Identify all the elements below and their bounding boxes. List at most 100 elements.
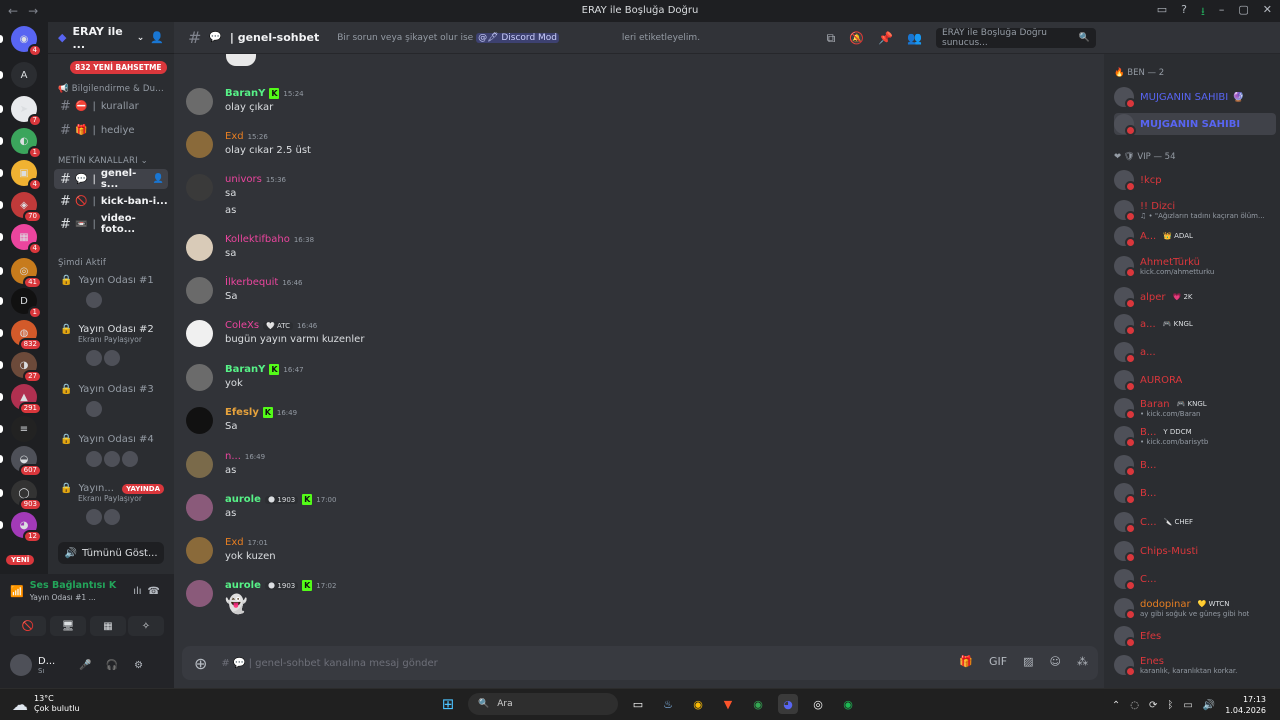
message-author[interactable]: Exd — [225, 131, 244, 142]
avatar[interactable] — [186, 494, 213, 521]
member-item[interactable]: a... — [1114, 341, 1276, 364]
channel-item[interactable]: # 🎁 | hediye — [54, 120, 168, 140]
avatar[interactable] — [186, 580, 213, 607]
mic-icon[interactable]: 🎤 — [79, 660, 91, 671]
avatar[interactable] — [186, 407, 213, 434]
spotify-icon[interactable]: ◉ — [838, 694, 858, 714]
sticker-icon[interactable]: ▨ — [1023, 655, 1033, 668]
member-item[interactable]: AURORA — [1114, 369, 1276, 392]
clock[interactable]: 17:13 1.04.2026 — [1225, 694, 1266, 716]
member-item[interactable]: B... — [1114, 454, 1276, 477]
member-item[interactable]: MÜJGANIN SAHİBİ 🔮 — [1114, 86, 1276, 109]
member-item[interactable]: A... 👑 ADAL — [1114, 225, 1276, 248]
server-icon[interactable]: ◕ 12 — [11, 512, 42, 543]
avatar[interactable] — [186, 234, 213, 261]
text-category[interactable]: METİN KANALLARI ⌄ — [58, 156, 148, 166]
soundboard-button[interactable]: ✧ — [128, 616, 164, 636]
show-all-button[interactable]: 🔊 Tümünü Göst... — [58, 542, 164, 564]
server-icon[interactable]: ◯ 903 — [11, 480, 42, 511]
tray-app-icon[interactable]: ◌ — [1130, 700, 1139, 711]
new-servers-pill[interactable]: YENİ — [6, 555, 35, 565]
member-list-icon[interactable]: 👥 — [907, 31, 922, 45]
maximize-icon[interactable]: ▢ — [1238, 3, 1248, 22]
help-icon[interactable]: ? — [1181, 3, 1187, 22]
volume-icon[interactable]: 🔊 — [1203, 700, 1215, 711]
weather-widget[interactable]: ☁ 13°C Çok bulutlu — [12, 694, 80, 714]
server-icon[interactable]: D1 — [11, 288, 42, 319]
taskbar-search[interactable]: 🔍 Ara — [468, 693, 618, 715]
voice-channel-item[interactable]: 🔒 Yayın... YAYINDA Ekranı Paylaşıyor — [54, 483, 168, 525]
search-input[interactable]: ERAY ile Boşluğa Doğru sunucus... 🔍 — [936, 28, 1096, 48]
chrome-profile-icon[interactable]: ◉ — [748, 694, 768, 714]
voice-participant-avatar[interactable] — [86, 350, 102, 366]
invite-icon[interactable]: 👤 — [150, 31, 164, 44]
voice-participant-avatar[interactable] — [86, 451, 102, 467]
member-item[interactable]: MUJGANIN SAHİBİ — [1114, 113, 1276, 136]
message-author[interactable]: BaranY — [225, 364, 265, 375]
camera-off-button[interactable]: 🚫 — [10, 616, 46, 636]
member-item[interactable]: Efes — [1114, 625, 1276, 648]
current-user[interactable]: D... Sı 🎤 🎧 ⚙ — [10, 654, 143, 676]
voice-channel-item[interactable]: 🔒 Yayın Odası #4 — [54, 434, 168, 467]
server-icon[interactable]: ◒ 607 — [11, 446, 42, 477]
message-author[interactable]: Kollektifbaho — [225, 234, 290, 245]
member-item[interactable]: !kcp — [1114, 169, 1276, 192]
disconnect-icon[interactable]: ☎ — [148, 586, 160, 597]
download-icon[interactable]: ⭳ — [1201, 3, 1205, 22]
server-icon[interactable]: ▣ 4 — [11, 160, 42, 191]
voice-participant-avatar[interactable] — [86, 509, 102, 525]
voice-channel-item[interactable]: 🔒 Yayın Odası #3 — [54, 384, 168, 417]
guild-tag[interactable]: 🤍 ATC — [263, 321, 294, 330]
member-item[interactable]: Chips-Musti — [1114, 540, 1276, 563]
obs-icon[interactable]: ◎ — [808, 694, 828, 714]
chrome-icon[interactable]: ◉ — [688, 694, 708, 714]
message-author[interactable]: İlkerbequit — [225, 277, 278, 288]
member-item[interactable]: Enes karanlık, karanlıktan korkar. — [1114, 654, 1276, 677]
mute-notifications-icon[interactable]: 🔕 — [849, 31, 864, 45]
guild-tag[interactable]: 🌑 1903 — [264, 581, 299, 590]
activities-button[interactable]: ▦ — [90, 616, 126, 636]
message-composer[interactable]: ⊕ # 💬 | genel-sohbet kanalına mesaj gönd… — [182, 646, 1098, 680]
tray-sync-icon[interactable]: ⟳ — [1149, 700, 1157, 711]
message-author[interactable]: n... — [225, 451, 241, 462]
guild-header[interactable]: ◆ ERAY ile ... ⌄ 👤 — [48, 22, 174, 54]
minimize-icon[interactable]: – — [1219, 3, 1225, 22]
server-icon[interactable]: ◐ 1 — [11, 128, 42, 159]
network-icon[interactable]: ▭ — [1183, 700, 1192, 711]
server-icon[interactable]: A — [11, 62, 37, 88]
voice-participant-avatar[interactable] — [86, 401, 102, 417]
server-icon[interactable]: ◈ 70 — [11, 192, 42, 223]
server-icon[interactable]: ◎ 41 — [11, 258, 42, 289]
headphones-icon[interactable]: 🎧 — [106, 660, 118, 671]
screen-share-button[interactable]: 🖥 — [50, 616, 86, 636]
apps-icon[interactable]: ⁂ — [1077, 655, 1088, 668]
message-author[interactable]: univors — [225, 174, 262, 185]
message-list[interactable]: BaranY K 15:24 olay çıkar Exd 15:26 olay cıkar… — [174, 54, 1104, 634]
gif-icon[interactable]: GIF — [989, 655, 1007, 668]
tray-bluetooth-icon[interactable]: ᛒ — [1167, 700, 1173, 711]
windows-start-icon[interactable]: ⊞ — [438, 694, 458, 714]
pin-icon[interactable]: 📌 — [878, 31, 893, 45]
threads-icon[interactable]: ⧉ — [827, 31, 836, 46]
voice-participant-avatar[interactable] — [104, 509, 120, 525]
message-author[interactable]: BaranY — [225, 88, 265, 99]
voice-room-label[interactable]: Yayın Odası #1 ... — [30, 593, 117, 602]
avatar[interactable] — [186, 174, 213, 201]
avatar[interactable] — [186, 131, 213, 158]
avatar[interactable] — [186, 320, 213, 347]
role-mention[interactable]: @🖋 Discord Mod — [476, 32, 560, 43]
voice-channel-item[interactable]: 🔒 Yayın Odası #2 Ekranı Paylaşıyor — [54, 324, 168, 366]
voice-participant-avatar[interactable] — [104, 451, 120, 467]
text-channel-item[interactable]: # 📼 | video-foto... — [54, 213, 168, 235]
member-item[interactable]: dodopinar 💛 WTCN ay gibi soğuk ve güneş gi… — [1114, 597, 1276, 620]
brave-icon[interactable]: ▼ — [718, 694, 738, 714]
avatar[interactable] — [186, 451, 213, 478]
channel-item[interactable]: # ⛔ | kurallar — [54, 96, 168, 116]
category-info[interactable]: 📢 Bilgilendirme & Du... — [58, 84, 164, 94]
text-channel-item[interactable]: # 🚫 | kick-ban-i... — [54, 191, 168, 211]
member-item[interactable]: a... 🎮 KNGL — [1114, 313, 1276, 336]
task-view-icon[interactable]: ▭ — [628, 694, 648, 714]
message-author[interactable]: aurole — [225, 580, 261, 591]
member-item[interactable]: C... — [1114, 568, 1276, 591]
gift-icon[interactable]: 🎁 — [959, 655, 973, 668]
